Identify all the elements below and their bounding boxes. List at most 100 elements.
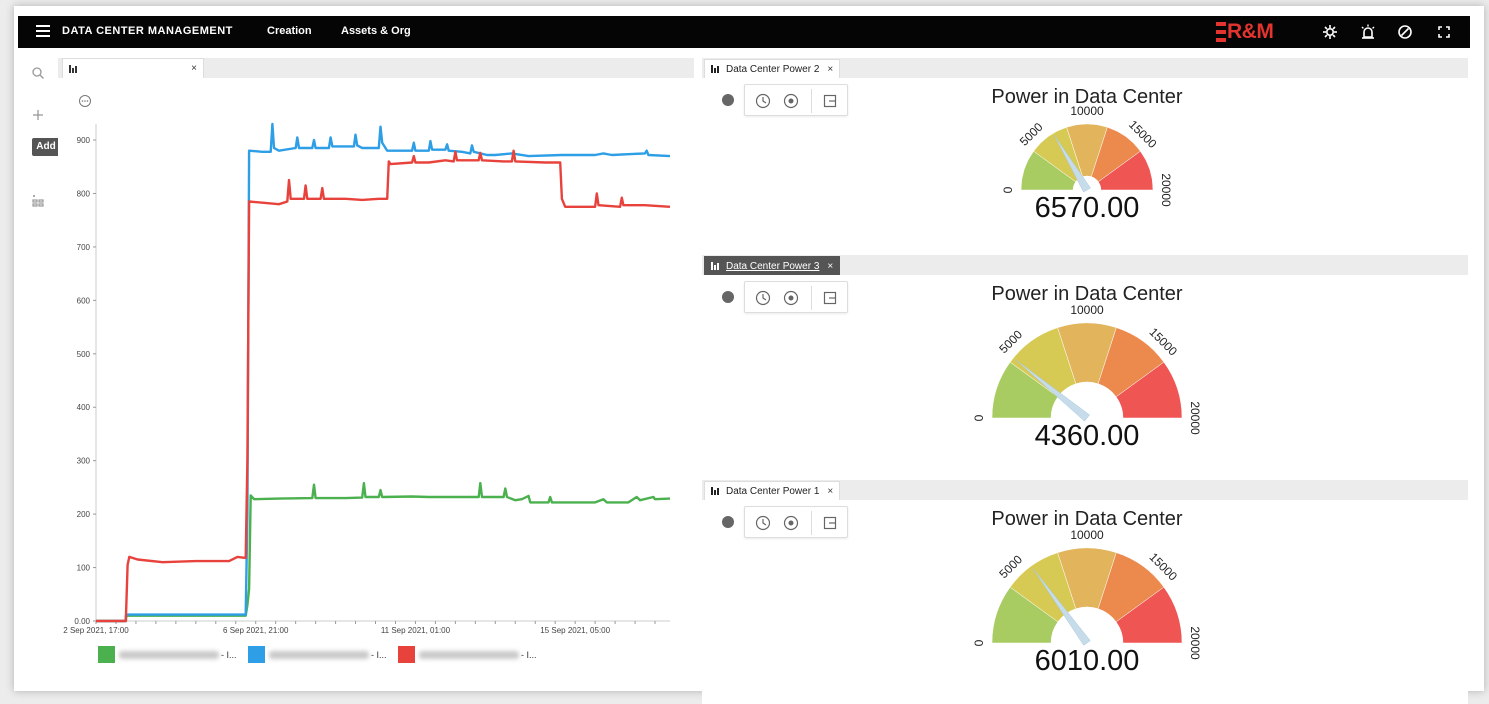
tab-label: Data Center Power 3 — [726, 260, 820, 272]
widget-toolbar — [744, 281, 848, 313]
legend-item-series-1[interactable]: - I... — [98, 646, 237, 663]
tab-data-center-power[interactable]: Data Center Power 2 × — [704, 59, 841, 78]
settings-gear-icon[interactable] — [1322, 24, 1338, 40]
widget-menu-icon[interactable] — [722, 94, 734, 106]
app-title: DATA CENTER MANAGEMENT — [62, 25, 233, 37]
tab-chart-left[interactable]: × — [62, 58, 204, 78]
y-tick-label: 400 — [77, 403, 91, 412]
gauge-needle — [1015, 359, 1090, 422]
legend-label: - I... — [221, 649, 237, 660]
clock-icon[interactable] — [755, 515, 771, 531]
tab-label: Data Center Power 1 — [726, 485, 820, 497]
clock-icon[interactable] — [755, 290, 771, 306]
gauge-band — [1115, 361, 1183, 419]
tab-close-icon[interactable]: × — [827, 64, 833, 75]
tab-data-center-power[interactable]: Data Center Power 1 × — [704, 481, 841, 500]
nav-assets-org[interactable]: Assets & Org — [341, 25, 411, 37]
gauge-title: Power in Data Center — [991, 283, 1183, 305]
plus-icon[interactable] — [31, 108, 45, 122]
clock-icon[interactable] — [755, 93, 771, 109]
y-tick-label: 500 — [77, 350, 91, 359]
toolbar-divider — [811, 89, 812, 113]
gauge-tick-label: 5000 — [996, 327, 1025, 356]
bar-chart-icon — [69, 64, 79, 73]
line-chart[interactable]: 0.00 100 200 300 400 500 600 700 800 900 2 Sep 202… — [58, 78, 694, 648]
legend-blurred-name — [119, 650, 219, 659]
gauge-value: 6010.00 — [1034, 645, 1140, 677]
widget-toolbar — [744, 506, 848, 538]
export-icon[interactable] — [823, 94, 837, 108]
widget-toolbar — [744, 84, 848, 116]
bar-chart-icon — [711, 487, 721, 495]
tab-close-icon[interactable]: × — [191, 63, 197, 74]
alarm-icon[interactable] — [1360, 24, 1376, 40]
tab-data-center-power[interactable]: Data Center Power 3 × — [704, 256, 841, 275]
gauge-band — [1057, 547, 1117, 610]
widget-menu-icon[interactable] — [722, 516, 734, 528]
clock-refresh-icon[interactable] — [783, 93, 799, 109]
chart-panel: 0.00 100 200 300 400 500 600 700 800 900 2 Sep 202… — [58, 78, 694, 684]
gauge-band — [1009, 552, 1077, 623]
check-circle-icon[interactable] — [1397, 24, 1413, 40]
legend-blurred-name — [269, 650, 369, 659]
tab-close-icon[interactable]: × — [827, 486, 833, 497]
gauge-band — [1009, 327, 1077, 398]
clock-refresh-icon[interactable] — [783, 290, 799, 306]
gauge-band — [1033, 126, 1083, 183]
widget-menu-icon[interactable] — [722, 291, 734, 303]
clock-refresh-icon[interactable] — [783, 515, 799, 531]
legend-label: - I... — [521, 649, 537, 660]
gauge-value: 6570.00 — [1034, 192, 1140, 224]
brand-logo: R&M — [1216, 19, 1274, 45]
gauge-widget-panel: Power in Data Center 0 5000 10000 15000 20000… — [702, 275, 1468, 490]
x-tick-label: 6 Sep 2021, 21:00 — [223, 626, 289, 635]
gauge-needle — [1032, 568, 1091, 646]
series-line-3[interactable] — [96, 149, 671, 623]
export-icon[interactable] — [823, 291, 837, 305]
bar-chart-icon — [711, 262, 721, 270]
gauge-tick-label: 15000 — [1146, 550, 1180, 584]
legend-item-series-2[interactable]: - I... — [248, 646, 387, 663]
gauge-tick-label: 5000 — [996, 552, 1025, 581]
toolbar-divider — [811, 511, 812, 535]
legend-swatch — [98, 646, 115, 663]
x-tick-label: 11 Sep 2021, 01:00 — [381, 626, 451, 635]
gauge-band — [1091, 126, 1141, 183]
fullscreen-icon[interactable] — [1436, 24, 1452, 40]
gauge-title: Power in Data Center — [991, 86, 1183, 108]
gauge-needle — [1053, 134, 1091, 193]
legend-item-series-3[interactable]: - I... — [398, 646, 537, 663]
toolbar-divider — [811, 286, 812, 310]
legend-blurred-name — [419, 650, 519, 659]
gauge-band — [1097, 150, 1154, 191]
series-line-1[interactable] — [96, 481, 671, 623]
gauge-tick-label: 5000 — [1017, 120, 1046, 149]
export-icon[interactable] — [823, 516, 837, 530]
tab-close-icon[interactable]: × — [827, 261, 833, 272]
search-icon[interactable] — [31, 66, 45, 80]
left-sidebar: Add — [18, 48, 60, 688]
tree-structure-icon[interactable] — [31, 194, 45, 208]
y-tick-label: 200 — [77, 510, 91, 519]
y-tick-label: 0.00 — [74, 617, 90, 626]
legend-swatch — [398, 646, 415, 663]
gauge-title: Power in Data Center — [991, 508, 1183, 530]
gauge-band — [1066, 123, 1108, 178]
tab-label: Data Center Power 2 — [726, 63, 820, 75]
gauge-value: 4360.00 — [1034, 420, 1140, 452]
bar-chart-icon — [711, 65, 721, 73]
y-tick-label: 100 — [77, 564, 91, 573]
gauge-band — [1020, 150, 1077, 191]
gauge-band — [1057, 322, 1117, 385]
y-tick-label: 700 — [77, 243, 91, 252]
y-tick-label: 800 — [77, 189, 91, 198]
gauge-band — [991, 361, 1059, 419]
gauge-band — [991, 586, 1059, 644]
gauge-widget-panel: Power in Data Center 0 5000 10000 15000 20000… — [702, 500, 1468, 704]
x-tick-label: 15 Sep 2021, 05:00 — [540, 626, 610, 635]
menu-icon[interactable] — [36, 25, 50, 37]
nav-creation[interactable]: Creation — [267, 25, 312, 37]
y-tick-label: 300 — [77, 457, 91, 466]
legend-swatch — [248, 646, 265, 663]
x-tick-label: 2 Sep 2021, 17:00 — [63, 626, 129, 635]
